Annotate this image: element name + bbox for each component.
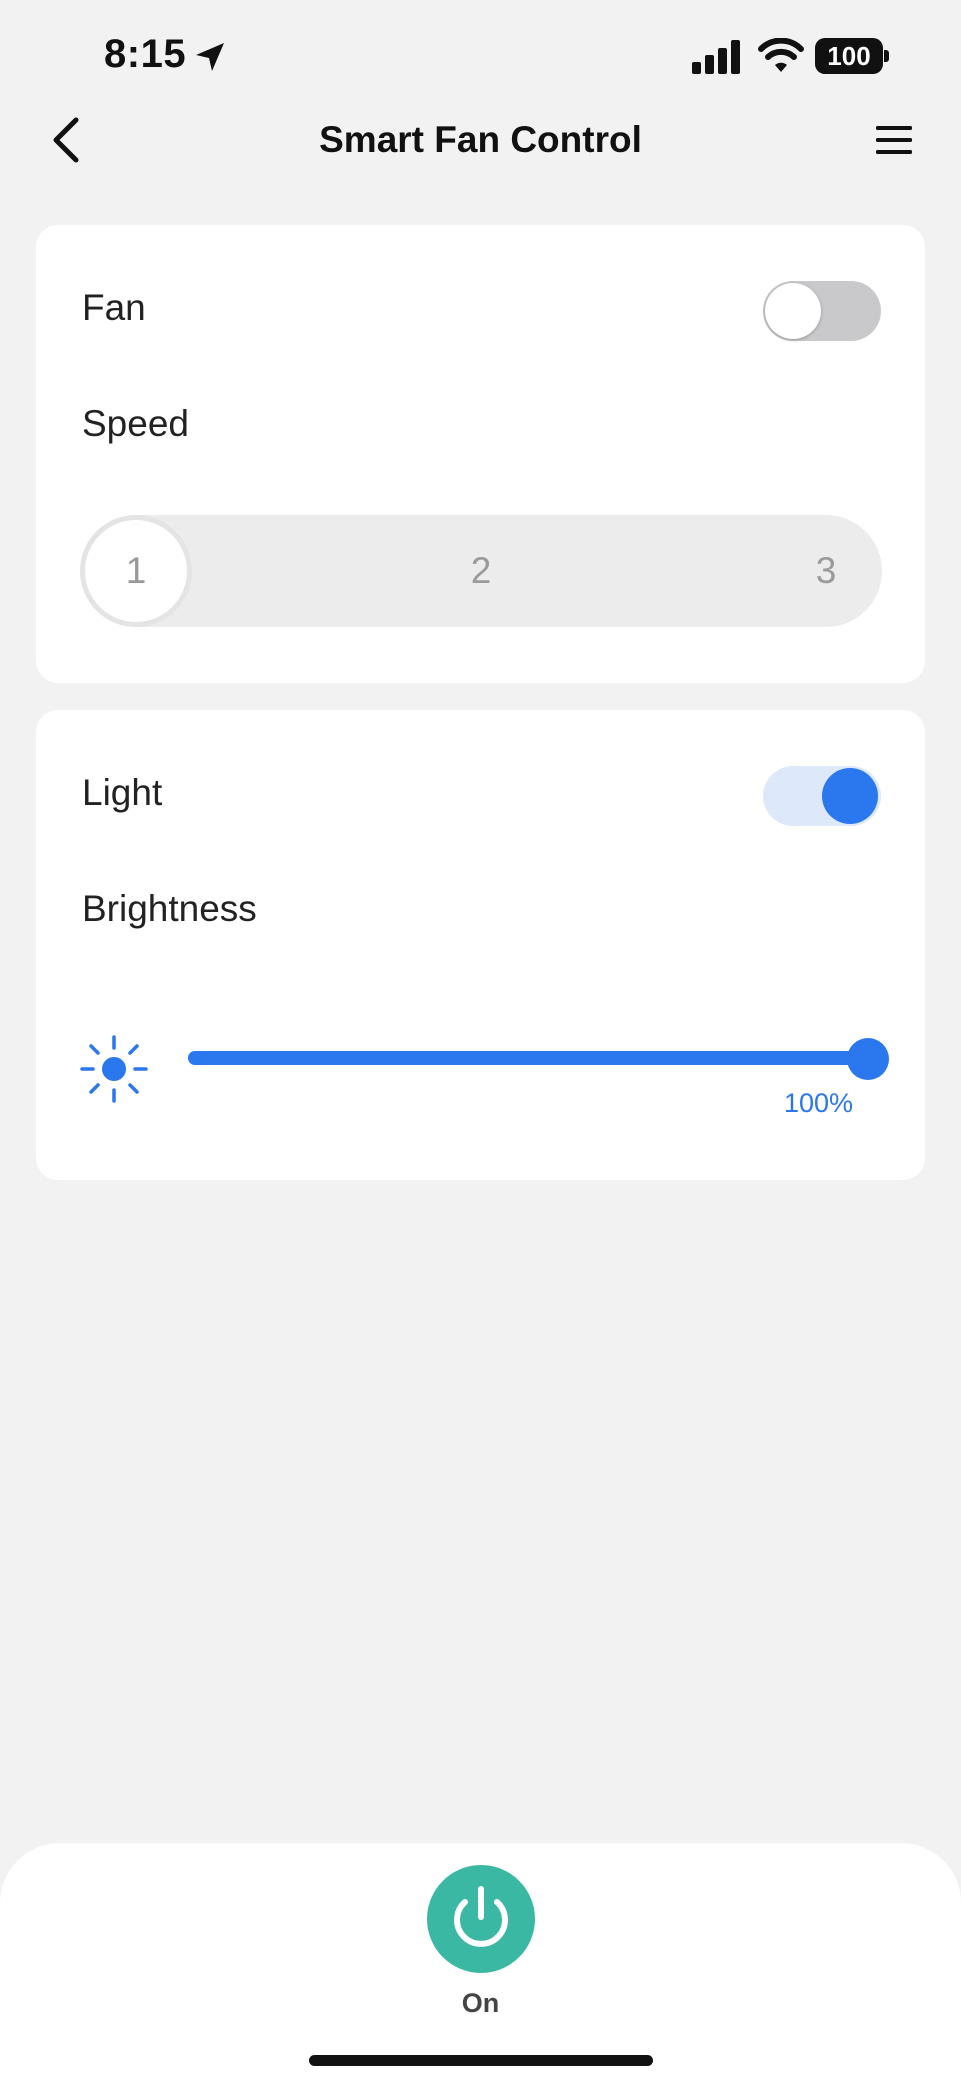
fan-card: Fan Speed 1 2 3 xyxy=(36,225,925,683)
location-arrow-icon xyxy=(196,43,224,71)
brightness-slider-fill xyxy=(188,1051,868,1065)
speed-label: Speed xyxy=(82,403,189,444)
fan-toggle-knob xyxy=(765,283,821,339)
cellular-signal-icon xyxy=(692,40,740,74)
hamburger-menu-icon[interactable] xyxy=(874,120,914,160)
home-indicator xyxy=(309,2055,653,2066)
wifi-icon xyxy=(758,38,804,72)
brightness-slider-track[interactable] xyxy=(188,1051,868,1065)
brightness-value: 100% xyxy=(784,1088,854,1118)
bottom-sheet: On xyxy=(0,1843,961,2080)
power-label: On xyxy=(461,1988,500,2018)
status-time: 8:15 xyxy=(104,32,187,76)
nav-bar: Smart Fan Control xyxy=(0,100,961,180)
sun-icon xyxy=(80,1035,148,1103)
power-button[interactable] xyxy=(427,1865,535,1973)
light-toggle[interactable] xyxy=(763,766,881,826)
light-label: Light xyxy=(82,772,163,813)
chevron-left-icon[interactable] xyxy=(44,114,88,166)
battery-nub xyxy=(884,50,889,62)
speed-option-1[interactable]: 1 xyxy=(80,515,192,627)
page-title: Smart Fan Control xyxy=(319,119,642,160)
battery-level: 100 xyxy=(827,41,871,71)
screen: 8:15 100 Smart Fan Control Fan Speed 1 2… xyxy=(0,0,961,2080)
brightness-slider-thumb[interactable] xyxy=(847,1038,889,1080)
status-bar: 8:15 100 xyxy=(0,0,961,110)
brightness-label: Brightness xyxy=(82,888,257,929)
fan-label: Fan xyxy=(82,287,146,328)
speed-option-2[interactable]: 2 xyxy=(425,515,537,627)
power-icon xyxy=(454,1886,508,1947)
speed-option-3[interactable]: 3 xyxy=(770,515,882,627)
light-toggle-knob xyxy=(822,768,878,824)
fan-toggle[interactable] xyxy=(763,281,881,341)
speed-selector[interactable]: 1 2 3 xyxy=(80,515,882,627)
battery-icon: 100 xyxy=(815,38,889,74)
light-card: Light Brightness 100% xyxy=(36,710,925,1180)
